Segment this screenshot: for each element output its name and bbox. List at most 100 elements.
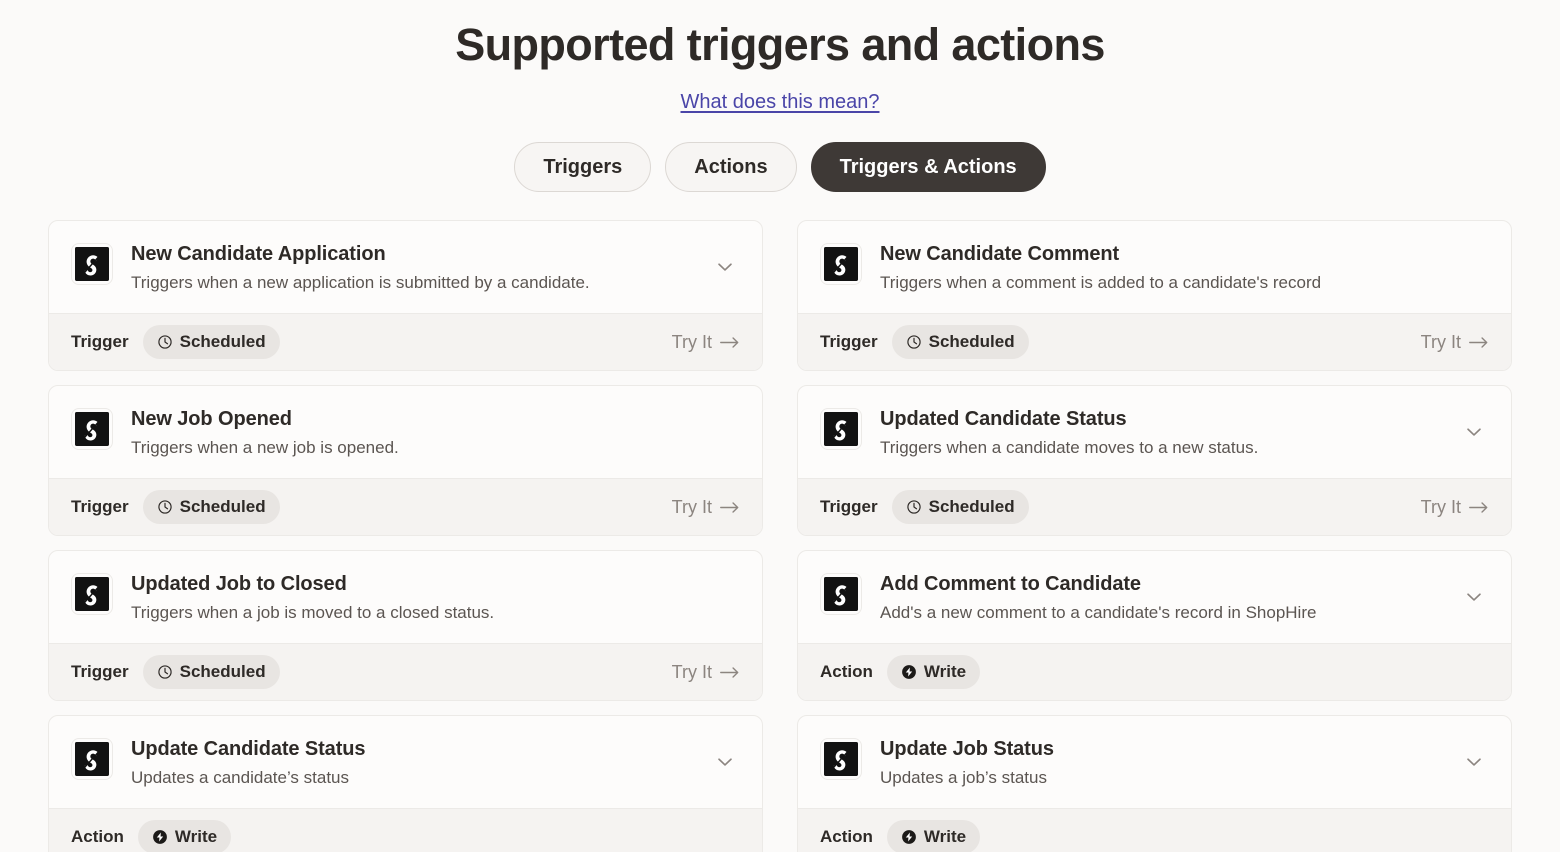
- card-tag-badge: Scheduled: [142, 490, 280, 524]
- try-it-label: Try It: [671, 662, 712, 682]
- chevron-down-icon[interactable]: [714, 256, 736, 278]
- card-text: Update Job Status Updates a job’s status: [880, 736, 1489, 790]
- card-description: Triggers when a comment is added to a ca…: [880, 273, 1322, 292]
- card-body: Update Job Status Updates a job’s status: [798, 716, 1511, 808]
- card-body: New Candidate Comment Triggers when a co…: [798, 221, 1511, 313]
- card-body: Updated Candidate Status Triggers when a…: [798, 386, 1511, 478]
- card-tag-badge: Scheduled: [891, 325, 1029, 359]
- card-title: Update Candidate Status: [131, 738, 366, 760]
- filter-pill-actions[interactable]: Actions: [665, 142, 797, 192]
- card-body: New Candidate Application Triggers when …: [49, 221, 762, 313]
- subtitle-row: What does this mean?: [0, 90, 1560, 114]
- filter-pill-triggers[interactable]: Triggers: [514, 142, 652, 192]
- shophire-logo-icon: [820, 408, 862, 450]
- trigger-action-card[interactable]: New Job Opened Triggers when a new job i…: [48, 385, 763, 536]
- card-title: Update Job Status: [880, 738, 1054, 760]
- card-footer: Trigger Scheduled Try It: [798, 478, 1511, 535]
- shophire-logo-icon: [820, 738, 862, 780]
- clock-icon: [906, 334, 922, 350]
- trigger-action-card[interactable]: Add Comment to Candidate Add's a new com…: [797, 550, 1512, 701]
- card-text: Updated Candidate Status Triggers when a…: [880, 406, 1489, 460]
- try-it-link[interactable]: Try It: [672, 661, 740, 683]
- card-tag-label: Scheduled: [928, 497, 1015, 516]
- card-title: New Candidate Comment: [880, 243, 1120, 265]
- card-body: New Job Opened Triggers when a new job i…: [49, 386, 762, 478]
- lightning-bolt-icon: [901, 664, 917, 680]
- chevron-down-icon[interactable]: [714, 751, 736, 773]
- card-text: New Candidate Comment Triggers when a co…: [880, 241, 1489, 295]
- shophire-logo-icon: [71, 243, 113, 285]
- card-tag-label: Write: [174, 827, 218, 846]
- trigger-action-card[interactable]: Updated Job to Closed Triggers when a jo…: [48, 550, 763, 701]
- card-description: Triggers when a new job is opened.: [131, 438, 399, 457]
- card-footer: Action Write: [49, 808, 762, 852]
- card-title: Add Comment to Candidate: [880, 573, 1141, 595]
- card-text: New Job Opened Triggers when a new job i…: [131, 406, 740, 460]
- card-tag-label: Write: [923, 827, 967, 846]
- card-footer: Trigger Scheduled Try It: [798, 313, 1511, 370]
- filter-pill-triggers-and-actions[interactable]: Triggers & Actions: [810, 142, 1046, 192]
- card-footer: Trigger Scheduled Try It: [49, 643, 762, 700]
- card-tag-badge: Write: [886, 820, 981, 852]
- trigger-action-card[interactable]: Update Job Status Updates a job’s status…: [797, 715, 1512, 852]
- card-tag-label: Scheduled: [179, 332, 266, 351]
- card-footer: Trigger Scheduled Try It: [49, 478, 762, 535]
- try-it-link[interactable]: Try It: [672, 496, 740, 518]
- shophire-logo-icon: [71, 738, 113, 780]
- card-text: Update Candidate Status Updates a candid…: [131, 736, 740, 790]
- card-text: New Candidate Application Triggers when …: [131, 241, 740, 295]
- clock-icon: [157, 499, 173, 515]
- shophire-logo-icon: [820, 243, 862, 285]
- card-kind-label: Trigger: [820, 497, 878, 516]
- card-description: Updates a candidate’s status: [131, 768, 349, 787]
- chevron-down-icon[interactable]: [1463, 586, 1485, 608]
- cards-column-right: New Candidate Comment Triggers when a co…: [797, 220, 1512, 852]
- trigger-action-card[interactable]: Updated Candidate Status Triggers when a…: [797, 385, 1512, 536]
- what-does-this-mean-link[interactable]: What does this mean?: [681, 91, 880, 113]
- card-tag-badge: Write: [137, 820, 232, 852]
- arrow-right-icon: [1469, 501, 1488, 513]
- clock-icon: [157, 334, 173, 350]
- card-body: Updated Job to Closed Triggers when a jo…: [49, 551, 762, 643]
- try-it-link[interactable]: Try It: [672, 331, 740, 353]
- arrow-right-icon: [720, 666, 739, 678]
- card-description: Triggers when a job is moved to a closed…: [131, 603, 495, 622]
- card-tag-badge: Scheduled: [891, 490, 1029, 524]
- clock-icon: [906, 499, 922, 515]
- card-footer: Trigger Scheduled Try It: [49, 313, 762, 370]
- card-text: Updated Job to Closed Triggers when a jo…: [131, 571, 740, 625]
- trigger-action-card[interactable]: Update Candidate Status Updates a candid…: [48, 715, 763, 852]
- page-title: Supported triggers and actions: [455, 19, 1105, 70]
- try-it-label: Try It: [671, 497, 712, 517]
- card-title: Updated Candidate Status: [880, 408, 1127, 430]
- card-tag-label: Scheduled: [179, 662, 266, 681]
- chevron-down-icon[interactable]: [1463, 751, 1485, 773]
- card-title: New Job Opened: [131, 408, 292, 430]
- card-description: Add's a new comment to a candidate's rec…: [880, 603, 1317, 622]
- card-tag-label: Scheduled: [928, 332, 1015, 351]
- try-it-link[interactable]: Try It: [1421, 496, 1489, 518]
- card-kind-label: Trigger: [71, 662, 129, 681]
- card-tag-badge: Write: [886, 655, 981, 689]
- shophire-logo-icon: [71, 573, 113, 615]
- card-kind-label: Trigger: [820, 332, 878, 351]
- trigger-action-card[interactable]: New Candidate Comment Triggers when a co…: [797, 220, 1512, 371]
- cards-column-left: New Candidate Application Triggers when …: [48, 220, 763, 852]
- card-tag-label: Scheduled: [179, 497, 266, 516]
- lightning-bolt-icon: [901, 829, 917, 845]
- shophire-logo-icon: [820, 573, 862, 615]
- arrow-right-icon: [720, 501, 739, 513]
- card-body: Update Candidate Status Updates a candid…: [49, 716, 762, 808]
- try-it-link[interactable]: Try It: [1421, 331, 1489, 353]
- try-it-label: Try It: [1420, 332, 1461, 352]
- card-body: Add Comment to Candidate Add's a new com…: [798, 551, 1511, 643]
- page-root: Supported triggers and actions What does…: [0, 0, 1560, 852]
- card-tag-badge: Scheduled: [142, 655, 280, 689]
- arrow-right-icon: [720, 336, 739, 348]
- chevron-down-icon[interactable]: [1463, 421, 1485, 443]
- trigger-action-card[interactable]: New Candidate Application Triggers when …: [48, 220, 763, 371]
- filter-pill-group: Triggers Actions Triggers & Actions: [0, 142, 1560, 192]
- card-kind-label: Trigger: [71, 332, 129, 351]
- card-description: Triggers when a new application is submi…: [131, 273, 590, 292]
- card-text: Add Comment to Candidate Add's a new com…: [880, 571, 1489, 625]
